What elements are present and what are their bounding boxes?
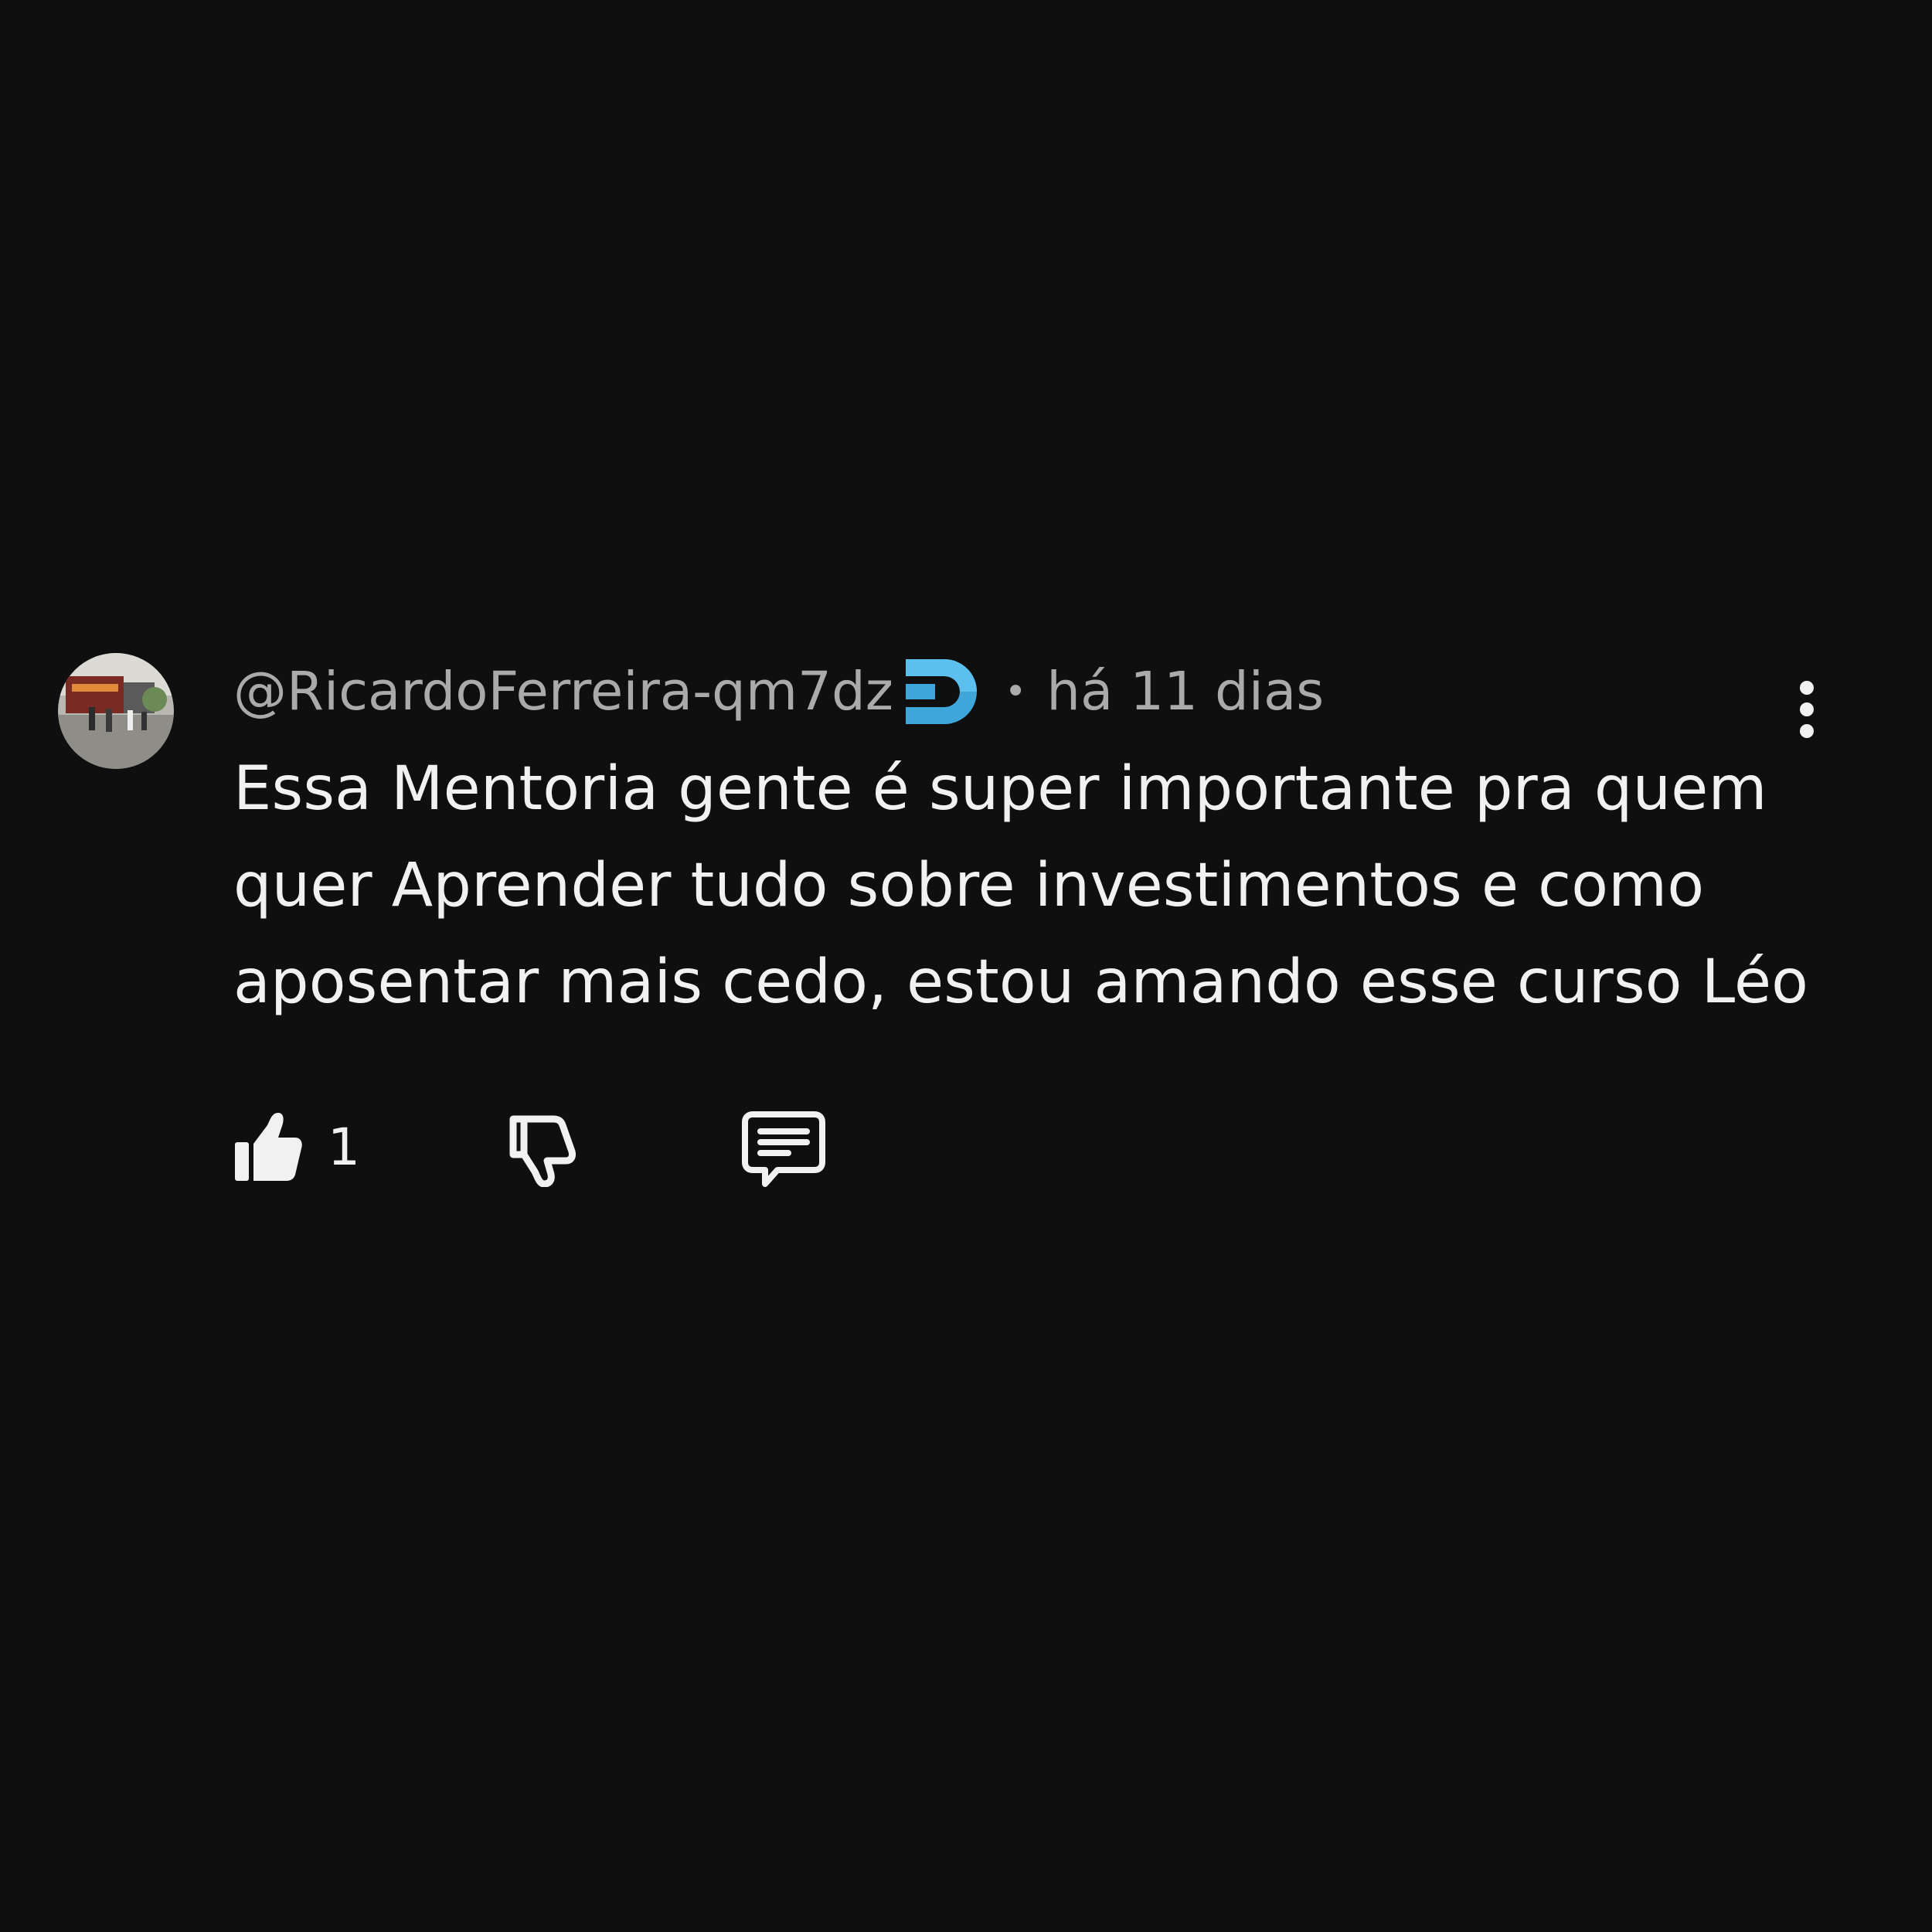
avatar-photo (58, 653, 174, 769)
like-count: 1 (328, 1117, 360, 1177)
comment-body: @RicardoFerreira-qm7dz • há 11 dias Essa… (233, 653, 1808, 1195)
author-name[interactable]: @RicardoFerreira-qm7dz (233, 661, 893, 723)
avatar[interactable] (58, 653, 174, 769)
meta-separator: • (1004, 670, 1027, 713)
more-options-button[interactable] (1791, 680, 1822, 742)
dislike-button[interactable] (505, 1110, 580, 1187)
reply-button[interactable] (742, 1110, 825, 1190)
comment-page: @RicardoFerreira-qm7dz • há 11 dias Essa… (0, 0, 1932, 1932)
comment-text: Essa Mentoria gente é super importante p… (233, 754, 1809, 1017)
reply-comment-icon (742, 1111, 825, 1187)
thumbs-down-icon (509, 1115, 576, 1187)
like-button[interactable]: 1 (233, 1110, 360, 1184)
membership-badge-icon (903, 655, 985, 729)
comment-actions: 1 (233, 1110, 1802, 1195)
thumbs-up-icon (235, 1113, 302, 1181)
comment-header: @RicardoFerreira-qm7dz • há 11 dias (233, 653, 1802, 730)
comment-timestamp[interactable]: há 11 dias (1046, 661, 1324, 723)
more-vert-icon (1800, 681, 1814, 738)
